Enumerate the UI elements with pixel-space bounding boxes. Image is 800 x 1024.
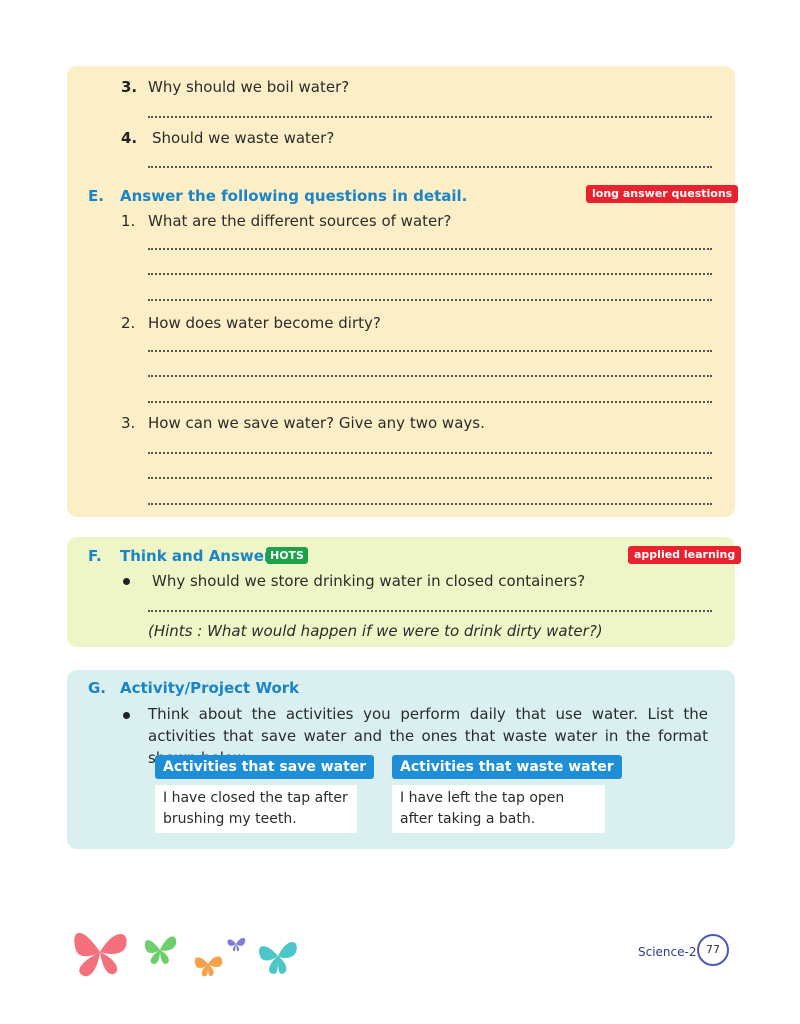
answer-line[interactable] [148,299,712,302]
section-e-title: Answer the following questions in detail… [120,187,468,205]
f-question-text: Why should we store drinking water in cl… [152,572,586,590]
e-question-2-text: How does water become dirty? [148,314,381,332]
butterfly-green-icon [144,936,177,964]
waste-water-example: I have left the tap open after taking a … [392,785,605,833]
e-question-1-text: What are the different sources of water? [148,212,452,230]
e-question-3-text: How can we save water? Give any two ways… [148,414,485,432]
section-e-letter: E. [88,187,104,205]
question-3-number: 3. [121,78,138,96]
hint-text: (Hints : What would happen if we were to… [148,622,603,640]
butterfly-purple-icon [227,937,246,952]
answer-line[interactable] [148,503,712,506]
butterfly-orange-icon [194,956,223,977]
e-question-2-number: 2. [121,314,136,332]
question-4-text: Should we waste water? [152,129,335,147]
answer-line[interactable] [148,166,712,169]
applied-learning-tag: applied learning [628,546,742,564]
e-question-3-number: 3. [121,414,136,432]
answer-line[interactable] [148,401,712,404]
butterflies-decoration [74,932,297,977]
book-title: Science-2 [638,945,697,959]
question-4-number: 4. [121,129,138,147]
save-water-example: I have closed the tap after brushing my … [155,785,357,833]
answer-line[interactable] [148,375,712,378]
section-f-letter: F. [88,547,102,565]
long-answer-tag: long answer questions [586,185,739,203]
waste-water-header: Activities that waste water [392,755,622,779]
butterfly-teal-icon [258,942,297,974]
section-g-title: Activity/Project Work [120,679,300,697]
bullet-icon [123,578,130,585]
section-f-title: Think and Answer! [120,547,279,565]
butterfly-pink-icon [74,932,127,977]
bullet-icon [123,712,130,719]
answer-line[interactable] [148,248,712,251]
question-3-text: Why should we boil water? [148,78,350,96]
page-number: 77 [697,934,729,966]
answer-line[interactable] [148,350,712,353]
answer-line[interactable] [148,452,712,455]
answer-line[interactable] [148,610,712,613]
save-water-header: Activities that save water [155,755,375,779]
hots-badge: HOTS [266,547,308,564]
section-g-letter: G. [88,679,107,697]
e-question-1-number: 1. [121,212,136,230]
answer-line[interactable] [148,273,712,276]
answer-line[interactable] [148,116,712,119]
answer-line[interactable] [148,477,712,480]
